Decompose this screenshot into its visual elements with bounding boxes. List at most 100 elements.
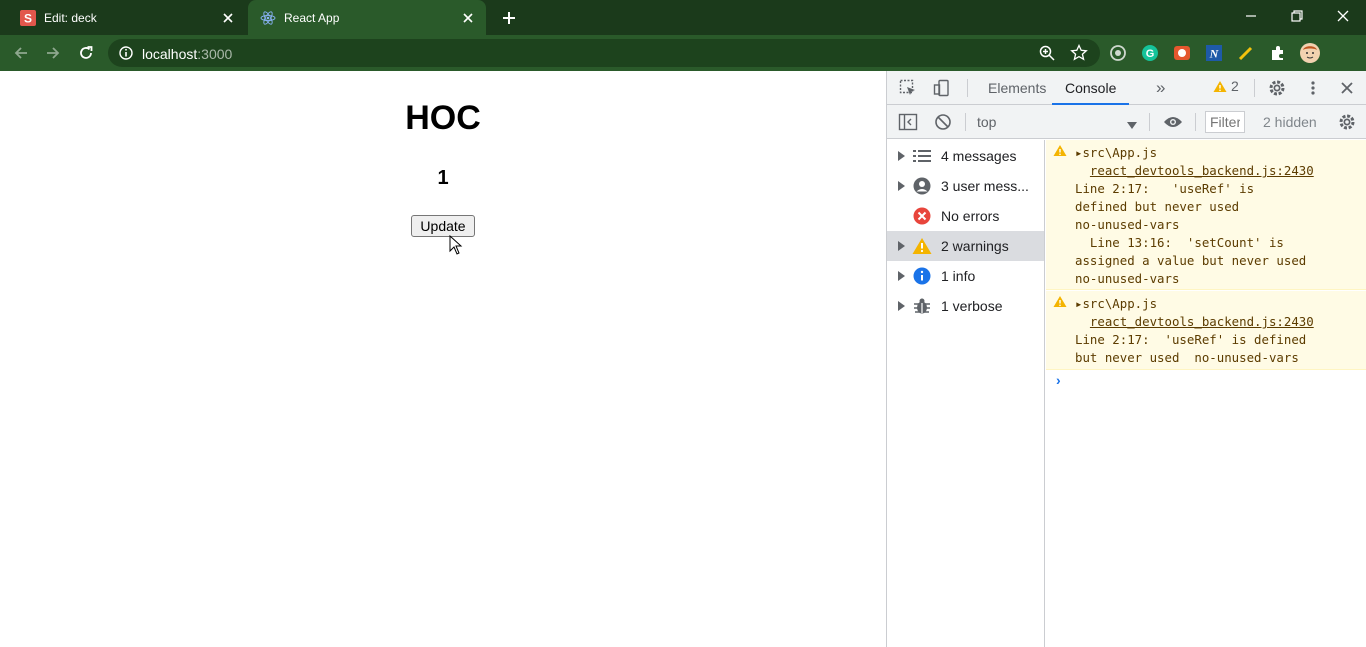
zoom-icon[interactable] [1038, 44, 1056, 67]
console-sidebar: 4 messages 3 user mess... No errors 2 wa… [887, 140, 1045, 647]
console-output: ▸src\App.js react_devtools_backend.js:24… [1046, 140, 1366, 647]
info-icon [911, 267, 933, 285]
expand-arrow-icon[interactable] [887, 181, 911, 191]
tab-strip: S Edit: deck React App [0, 0, 1366, 36]
url-text: localhost:3000 [142, 46, 232, 62]
message-line: Line 2:17: 'useRef' is defined [1075, 332, 1307, 347]
tab-edit-deck[interactable]: S Edit: deck [8, 0, 246, 35]
filter-input[interactable] [1205, 111, 1245, 133]
devtools-tabbar: Elements Console » 2 [887, 71, 1366, 105]
sidebar-item-label: 2 warnings [941, 238, 1009, 254]
warning-count: 2 [1231, 78, 1239, 94]
tab-title: Edit: deck [44, 10, 97, 25]
update-button[interactable]: Update [411, 215, 475, 237]
error-icon [911, 207, 933, 225]
device-toolbar-icon[interactable] [932, 78, 952, 98]
web-page: HOC 1 Update [0, 71, 886, 647]
kebab-menu-icon[interactable] [1303, 78, 1323, 98]
page-heading: HOC [405, 99, 481, 137]
close-window-icon[interactable] [1328, 6, 1358, 26]
message-line: Line 13:16: 'setCount' is [1075, 235, 1284, 250]
pencil-icon[interactable] [1236, 43, 1256, 63]
sidebar-item-label: 4 messages [941, 148, 1017, 164]
warning-icon [911, 237, 933, 255]
sidebar-item-errors[interactable]: No errors [887, 201, 1044, 231]
console-prompt[interactable]: › [1056, 372, 1061, 388]
divider [1149, 113, 1150, 131]
live-expression-eye-icon[interactable] [1163, 112, 1183, 132]
back-icon[interactable] [11, 43, 31, 63]
sidebar-item-label: 3 user mess... [941, 178, 1029, 194]
warning-message[interactable]: ▸src\App.js react_devtools_backend.js:24… [1046, 291, 1366, 370]
profile-avatar-icon[interactable] [1300, 43, 1320, 63]
bug-icon [911, 297, 933, 315]
forward-icon[interactable] [43, 43, 63, 63]
user-icon [911, 177, 933, 195]
sidebar-item-warnings[interactable]: 2 warnings [887, 231, 1044, 261]
divider [965, 113, 966, 131]
puzzle-icon[interactable] [1268, 43, 1288, 63]
more-tabs-button[interactable]: » [1156, 71, 1165, 105]
extension-red-icon[interactable] [1172, 43, 1192, 63]
warning-message[interactable]: ▸src\App.js react_devtools_backend.js:24… [1046, 140, 1366, 290]
svg-text:N: N [1209, 47, 1220, 61]
address-bar[interactable]: localhost:3000 [108, 39, 1100, 67]
context-selector[interactable]: top [977, 114, 996, 130]
url-host: localhost [142, 46, 198, 62]
expand-arrow-icon[interactable] [887, 301, 911, 311]
warning-icon [1053, 144, 1067, 162]
info-icon[interactable] [118, 45, 134, 66]
message-line: but never used no-unused-vars [1075, 350, 1299, 365]
extensions-row: G N [1108, 43, 1320, 63]
extension-circle-icon[interactable] [1108, 43, 1128, 63]
bookmark-star-icon[interactable] [1070, 43, 1088, 67]
tab-react-app[interactable]: React App [248, 0, 486, 36]
sidebar-item-messages[interactable]: 4 messages [887, 141, 1044, 171]
dropdown-arrow-icon[interactable] [1127, 117, 1137, 135]
sidebar-item-label: 1 info [941, 268, 976, 284]
sidebar-item-user-messages[interactable]: 3 user mess... [887, 171, 1044, 201]
message-line: assigned a value but never used [1075, 253, 1307, 268]
close-tab-icon[interactable] [220, 10, 236, 26]
extension-n-icon[interactable]: N [1204, 43, 1224, 63]
react-icon [260, 10, 276, 26]
mouse-cursor-icon [449, 234, 463, 255]
inspect-element-icon[interactable] [898, 78, 918, 98]
close-tab-icon[interactable] [460, 10, 476, 26]
hidden-count: 2 hidden [1263, 114, 1317, 130]
expand-arrow-icon[interactable] [887, 271, 911, 281]
clear-console-icon[interactable] [933, 112, 953, 132]
url-port: :3000 [197, 46, 233, 62]
count-value: 1 [437, 167, 449, 189]
tab-elements[interactable]: Elements [988, 71, 1046, 105]
restore-icon[interactable] [1282, 6, 1312, 26]
svg-text:G: G [1146, 48, 1155, 60]
expand-arrow-icon[interactable] [887, 241, 911, 251]
message-line: Line 2:17: 'useRef' is [1075, 181, 1255, 196]
close-devtools-icon[interactable] [1337, 78, 1357, 98]
new-tab-button[interactable] [500, 9, 518, 27]
grammarly-icon[interactable]: G [1140, 43, 1160, 63]
message-source: src\App.js [1082, 145, 1158, 160]
sidebar-toggle-icon[interactable] [898, 112, 918, 132]
minimize-icon[interactable] [1236, 6, 1266, 26]
warning-count-badge[interactable]: 2 [1213, 78, 1239, 94]
warning-icon [1213, 80, 1227, 92]
source-link[interactable]: react_devtools_backend.js:2430 [1090, 314, 1314, 329]
message-line: defined but never used [1075, 199, 1240, 214]
divider [1254, 79, 1255, 97]
settings-gear-icon[interactable] [1267, 78, 1287, 98]
source-link[interactable]: react_devtools_backend.js:2430 [1090, 163, 1314, 178]
sidebar-item-verbose[interactable]: 1 verbose [887, 291, 1044, 321]
sidebar-item-info[interactable]: 1 info [887, 261, 1044, 291]
tab-console[interactable]: Console [1052, 71, 1130, 105]
s-letter-icon: S [20, 9, 36, 26]
reload-icon[interactable] [76, 43, 96, 63]
expand-arrow-icon[interactable] [887, 151, 911, 161]
devtools-panel: Elements Console » 2 top Filter 2 hidden… [886, 71, 1366, 647]
console-settings-gear-icon[interactable] [1337, 112, 1357, 132]
message-text: ▸src\App.js react_devtools_backend.js:24… [1075, 144, 1314, 288]
tab-title: React App [284, 11, 340, 25]
console-filter-bar: top 2 hidden [887, 105, 1366, 139]
list-icon [911, 147, 933, 165]
